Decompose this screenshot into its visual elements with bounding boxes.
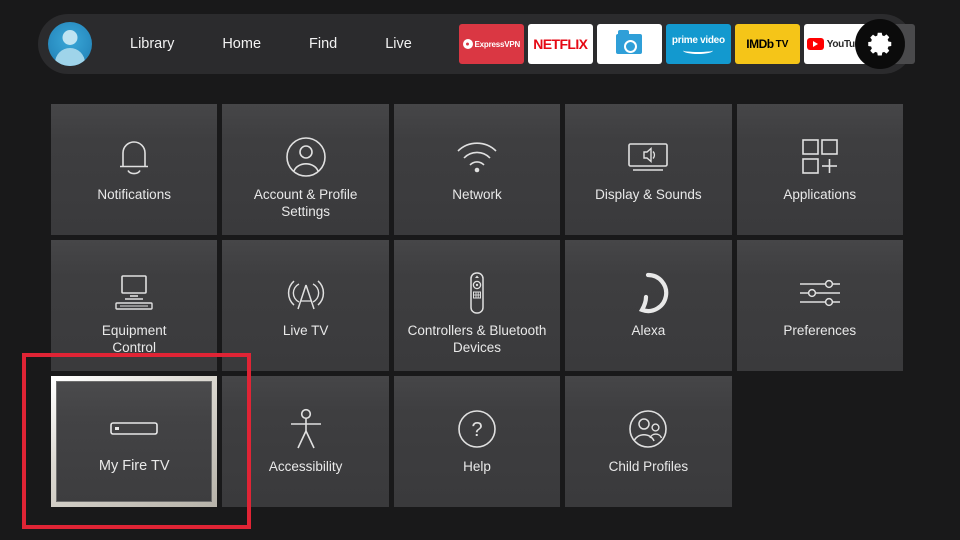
settings-tile-label: Applications bbox=[783, 187, 857, 202]
profile-avatar[interactable] bbox=[48, 22, 92, 66]
avatar-head-icon bbox=[62, 30, 78, 45]
settings-tile-live-tv[interactable]: Live TV bbox=[222, 240, 389, 371]
settings-tile-label: Alexa bbox=[631, 323, 666, 338]
settings-tile-network[interactable]: Network bbox=[393, 104, 561, 235]
gear-icon bbox=[868, 32, 892, 56]
folder-icon bbox=[616, 30, 643, 54]
settings-tile-label: Child Profiles bbox=[608, 459, 689, 474]
nav-item-library[interactable]: Library bbox=[120, 30, 184, 58]
nav-item-find[interactable]: Find bbox=[299, 30, 347, 58]
app-imdb-tv[interactable]: IMDb TV bbox=[734, 24, 800, 64]
app-netflix[interactable]: NETFLIX bbox=[527, 24, 593, 64]
accessibility-person-icon bbox=[288, 406, 324, 452]
imdb-label: IMDb bbox=[746, 37, 774, 51]
settings-tile-label: Accessibility bbox=[268, 459, 343, 474]
settings-tile-account-profile[interactable]: Account & Profile Settings bbox=[222, 104, 389, 235]
person-circle-icon bbox=[284, 134, 328, 180]
settings-tile-label: Network bbox=[452, 187, 502, 202]
fire-tv-settings-screen: Library Home Find Live ● ExpressVPN NETF… bbox=[0, 0, 960, 540]
settings-gear-button[interactable] bbox=[855, 19, 905, 69]
expressvpn-mark-icon: ● bbox=[462, 39, 473, 49]
two-people-circle-icon bbox=[626, 406, 670, 452]
prime-video-label: prime video bbox=[671, 34, 725, 46]
app-files[interactable] bbox=[596, 24, 662, 64]
settings-tile-child-profiles[interactable]: Child Profiles bbox=[565, 376, 732, 507]
youtube-play-icon bbox=[806, 38, 824, 50]
remote-icon bbox=[465, 270, 489, 316]
settings-tile-label: Help bbox=[463, 459, 491, 474]
settings-tile-help[interactable]: ? Help bbox=[393, 376, 561, 507]
settings-tile-equipment-control[interactable]: Equipment Control bbox=[51, 240, 218, 371]
settings-tile-label: Live TV bbox=[282, 323, 329, 338]
netflix-label: NETFLIX bbox=[533, 36, 588, 52]
alexa-ring-icon bbox=[626, 270, 670, 316]
settings-tile-empty bbox=[737, 376, 903, 507]
app-expressvpn[interactable]: ● ExpressVPN bbox=[458, 24, 524, 64]
bell-icon bbox=[114, 134, 154, 180]
monitor-keyboard-icon bbox=[111, 270, 157, 316]
app-shortcut-rail: ● ExpressVPN NETFLIX prime video IMDb TV… bbox=[458, 23, 915, 65]
settings-tile-label: Controllers & Bluetooth Devices bbox=[407, 323, 547, 355]
tv-speaker-icon bbox=[624, 134, 672, 180]
settings-tile-label: Notifications bbox=[97, 187, 171, 202]
antenna-icon bbox=[284, 270, 328, 316]
settings-tile-label: My Fire TV bbox=[98, 458, 170, 474]
amazon-smile-icon bbox=[683, 47, 714, 54]
settings-tile-label: Preferences bbox=[783, 323, 857, 338]
sliders-icon bbox=[796, 270, 844, 316]
imdb-tv-label: TV bbox=[775, 38, 789, 50]
settings-tile-label: Display & Sounds bbox=[595, 187, 702, 202]
settings-tile-preferences[interactable]: Preferences bbox=[736, 240, 903, 371]
question-circle-icon: ? bbox=[456, 406, 498, 452]
nav-item-home[interactable]: Home bbox=[212, 30, 271, 58]
settings-tile-controllers-bluetooth[interactable]: Controllers & Bluetooth Devices bbox=[393, 240, 561, 371]
settings-tile-accessibility[interactable]: Accessibility bbox=[222, 376, 389, 507]
settings-tile-alexa[interactable]: Alexa bbox=[565, 240, 732, 371]
fire-tv-stick-icon bbox=[109, 406, 159, 452]
svg-text:?: ? bbox=[471, 419, 482, 441]
settings-tile-notifications[interactable]: Notifications bbox=[51, 104, 218, 235]
app-prime-video[interactable]: prime video bbox=[665, 24, 731, 64]
settings-tile-applications[interactable]: Applications bbox=[736, 104, 903, 235]
wifi-icon bbox=[454, 134, 500, 180]
top-navigation-bar: Library Home Find Live ● ExpressVPN NETF… bbox=[38, 14, 915, 74]
settings-tile-display-sounds[interactable]: Display & Sounds bbox=[565, 104, 732, 235]
nav-item-live[interactable]: Live bbox=[375, 30, 422, 58]
avatar-body-icon bbox=[55, 48, 85, 66]
settings-tile-label: Account & Profile Settings bbox=[253, 187, 358, 219]
apps-grid-icon bbox=[799, 134, 841, 180]
settings-grid: Notifications Account & Profile Settings bbox=[51, 104, 903, 507]
expressvpn-label: ExpressVPN bbox=[474, 39, 521, 49]
nav-links: Library Home Find Live bbox=[120, 30, 422, 58]
settings-tile-label: Equipment Control bbox=[101, 323, 167, 355]
settings-tile-my-fire-tv[interactable]: My Fire TV bbox=[51, 376, 218, 507]
